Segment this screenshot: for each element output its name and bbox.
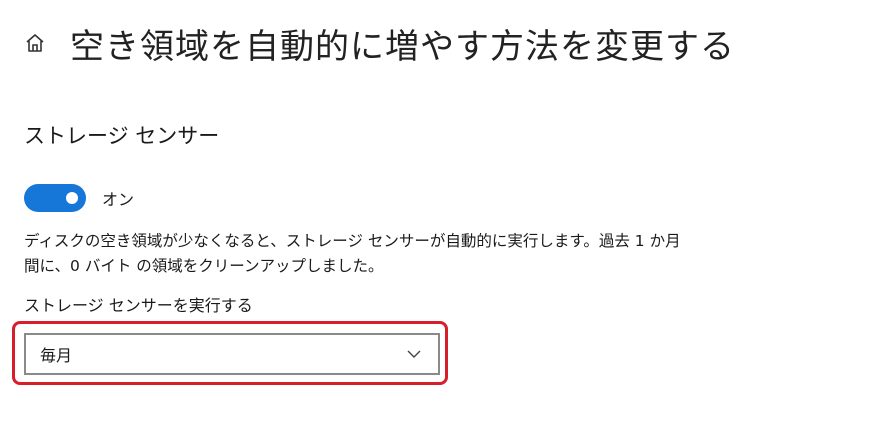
storage-sense-toggle[interactable] [24,184,86,212]
run-frequency-dropdown[interactable]: 毎月 [24,333,440,375]
toggle-state-label: オン [102,190,135,209]
section-title: ストレージ センサー [24,124,220,148]
run-frequency-selected-value: 毎月 [40,346,73,365]
run-frequency-label: ストレージ センサーを実行する [24,296,253,315]
settings-page: 空き領域を自動的に増やす方法を変更する ストレージ センサー オン ディスクの空… [0,0,880,422]
toggle-knob [66,192,78,204]
storage-sense-description: ディスクの空き領域が少なくなると、ストレージ センサーが自動的に実行します。過去… [24,232,681,275]
page-title: 空き領域を自動的に増やす方法を変更する [70,26,735,67]
home-icon[interactable] [22,30,48,56]
page-header: 空き領域を自動的に増やす方法を変更する [22,18,735,68]
chevron-down-icon [406,346,422,362]
storage-sense-toggle-row: オン [24,184,134,212]
